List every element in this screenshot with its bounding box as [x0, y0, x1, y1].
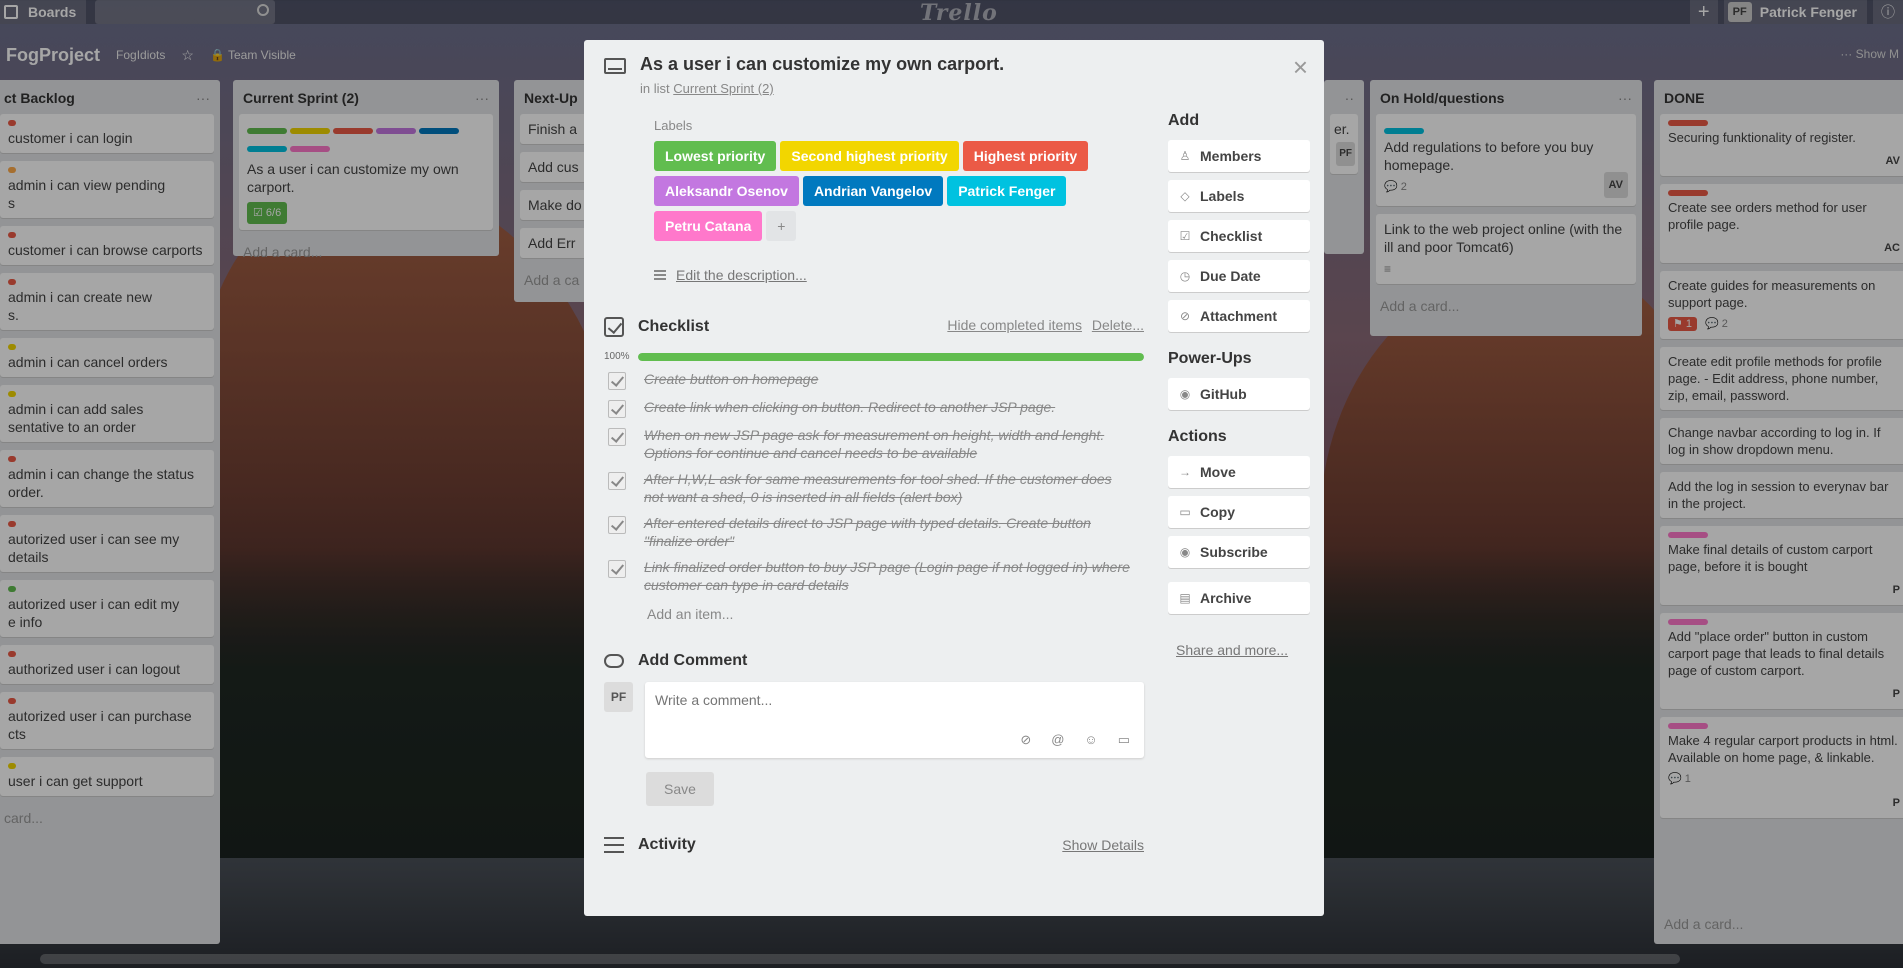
- mention-icon[interactable]: @: [1051, 732, 1064, 748]
- checkbox[interactable]: [608, 372, 626, 390]
- emoji-icon[interactable]: ☺: [1084, 732, 1097, 748]
- comment-icon: [604, 654, 624, 668]
- label-chip[interactable]: Aleksandr Osenov: [654, 176, 799, 206]
- checklist-item-text[interactable]: Link finalized order button to buy JSP p…: [644, 558, 1134, 594]
- add-heading: Add: [1168, 112, 1200, 129]
- labels-heading: Labels: [654, 118, 693, 133]
- card-detail-modal: × As a user i can customize my own carpo…: [584, 40, 1324, 916]
- activity-icon: [604, 837, 624, 853]
- delete-checklist-link[interactable]: Delete...: [1092, 317, 1144, 333]
- save-comment-button[interactable]: Save: [646, 772, 714, 806]
- card-icon: [604, 58, 626, 74]
- button-label: Subscribe: [1200, 544, 1268, 560]
- checklist-item-text[interactable]: Create link when clicking on button. Red…: [644, 398, 1134, 418]
- label-chip[interactable]: Petru Catana: [654, 211, 763, 241]
- eye-icon: ◉: [1179, 545, 1191, 559]
- due-date-button[interactable]: ◷ Due Date: [1168, 260, 1310, 292]
- edit-description-label: Edit the description...: [676, 267, 807, 283]
- label-chip[interactable]: Lowest priority: [654, 141, 777, 171]
- label-chip[interactable]: Second highest priority: [780, 141, 959, 171]
- clock-icon: ◷: [1179, 269, 1191, 283]
- in-list-info: in list Current Sprint (2): [640, 81, 1004, 96]
- label-chip[interactable]: Andrian Vangelov: [802, 176, 944, 206]
- github-button[interactable]: ◉ GitHub: [1168, 378, 1310, 410]
- comment-box: ⊘ @ ☺ ▭: [645, 682, 1144, 758]
- checkbox[interactable]: [608, 428, 626, 446]
- card-title[interactable]: As a user i can customize my own carport…: [640, 54, 1004, 75]
- activity-title: Activity: [638, 836, 696, 853]
- checklist-item[interactable]: Link finalized order button to buy JSP p…: [604, 558, 1144, 594]
- move-button[interactable]: → Move: [1168, 456, 1310, 488]
- label-chip[interactable]: Patrick Fenger: [947, 176, 1067, 206]
- members-button[interactable]: ♙ Members: [1168, 140, 1310, 172]
- button-label: Due Date: [1200, 268, 1261, 284]
- checklist-item[interactable]: Create link when clicking on button. Red…: [604, 398, 1144, 418]
- button-label: Members: [1200, 148, 1262, 164]
- checklist-item[interactable]: After H,W,L ask for same measurements fo…: [604, 470, 1144, 506]
- paperclip-icon: ⊘: [1179, 309, 1191, 323]
- avatar: PF: [604, 682, 634, 712]
- archive-button[interactable]: ▤ Archive: [1168, 582, 1310, 614]
- checklist-item-text[interactable]: After entered details direct to JSP page…: [644, 514, 1134, 550]
- checklist-icon: [604, 317, 624, 337]
- attachment-icon[interactable]: ⊘: [1020, 732, 1031, 748]
- hide-completed-link[interactable]: Hide completed items: [947, 317, 1082, 333]
- attachment-button[interactable]: ⊘ Attachment: [1168, 300, 1310, 332]
- checklist-item-text[interactable]: After H,W,L ask for same measurements fo…: [644, 470, 1134, 506]
- in-list-link[interactable]: Current Sprint (2): [673, 81, 773, 96]
- button-label: Copy: [1200, 504, 1235, 520]
- checklist-item[interactable]: When on new JSP page ask for measurement…: [604, 426, 1144, 462]
- checklist-progress: 100%: [604, 351, 1144, 362]
- show-details-link[interactable]: Show Details: [1062, 837, 1144, 853]
- description-icon: [654, 270, 666, 280]
- tag-icon: ◇: [1180, 189, 1190, 203]
- progress-percent: 100%: [604, 351, 630, 362]
- progress-fill: [638, 352, 1144, 361]
- archive-icon: ▤: [1179, 591, 1191, 605]
- button-label: Labels: [1200, 188, 1245, 204]
- add-label-button[interactable]: +: [766, 211, 797, 241]
- labels-button[interactable]: ◇ Labels: [1168, 180, 1310, 212]
- github-icon: ◉: [1179, 387, 1191, 401]
- checklist-item[interactable]: Create button on homepage: [604, 370, 1144, 390]
- github-label: GitHub: [1200, 386, 1247, 402]
- powerups-heading: Power-Ups: [1168, 350, 1252, 367]
- button-label: Archive: [1200, 590, 1252, 606]
- button-label: Checklist: [1200, 228, 1263, 244]
- label-chip[interactable]: Highest priority: [962, 141, 1089, 171]
- checklist-button[interactable]: ☑ Checklist: [1168, 220, 1310, 252]
- edit-description-link[interactable]: Edit the description...: [654, 267, 1144, 283]
- checkbox[interactable]: [608, 472, 626, 490]
- arrow-right-icon: →: [1179, 465, 1191, 479]
- subscribe-button[interactable]: ◉ Subscribe: [1168, 536, 1310, 568]
- person-icon: ♙: [1179, 149, 1191, 163]
- card-link-icon[interactable]: ▭: [1118, 732, 1130, 748]
- card-icon: ▭: [1179, 505, 1191, 519]
- close-icon[interactable]: ×: [1293, 52, 1308, 83]
- progress-track: [638, 352, 1144, 361]
- share-link[interactable]: Share and more...: [1168, 642, 1308, 658]
- add-checklist-item[interactable]: Add an item...: [647, 606, 1144, 622]
- checkbox[interactable]: [608, 516, 626, 534]
- card-sidebar: Add ♙ Members ◇ Labels ☑ Checklist ◷ Due Date ⊘ A…: [1168, 112, 1310, 658]
- checklist-item-text[interactable]: When on new JSP page ask for measurement…: [644, 426, 1134, 462]
- labels-list: Lowest priority Second highest priority Hi…: [654, 141, 1124, 241]
- add-comment-title: Add Comment: [638, 652, 748, 669]
- copy-button[interactable]: ▭ Copy: [1168, 496, 1310, 528]
- actions-heading: Actions: [1168, 428, 1227, 445]
- checkbox-icon: ☑: [1179, 229, 1191, 243]
- in-list-prefix: in list: [640, 81, 670, 96]
- comment-input[interactable]: [645, 682, 1144, 722]
- button-label: Attachment: [1200, 308, 1278, 324]
- checklist-title[interactable]: Checklist: [638, 318, 709, 336]
- button-label: Move: [1200, 464, 1236, 480]
- checkbox[interactable]: [608, 400, 626, 418]
- checklist-item-text[interactable]: Create button on homepage: [644, 370, 1134, 390]
- checkbox[interactable]: [608, 560, 626, 578]
- checklist-item[interactable]: After entered details direct to JSP page…: [604, 514, 1144, 550]
